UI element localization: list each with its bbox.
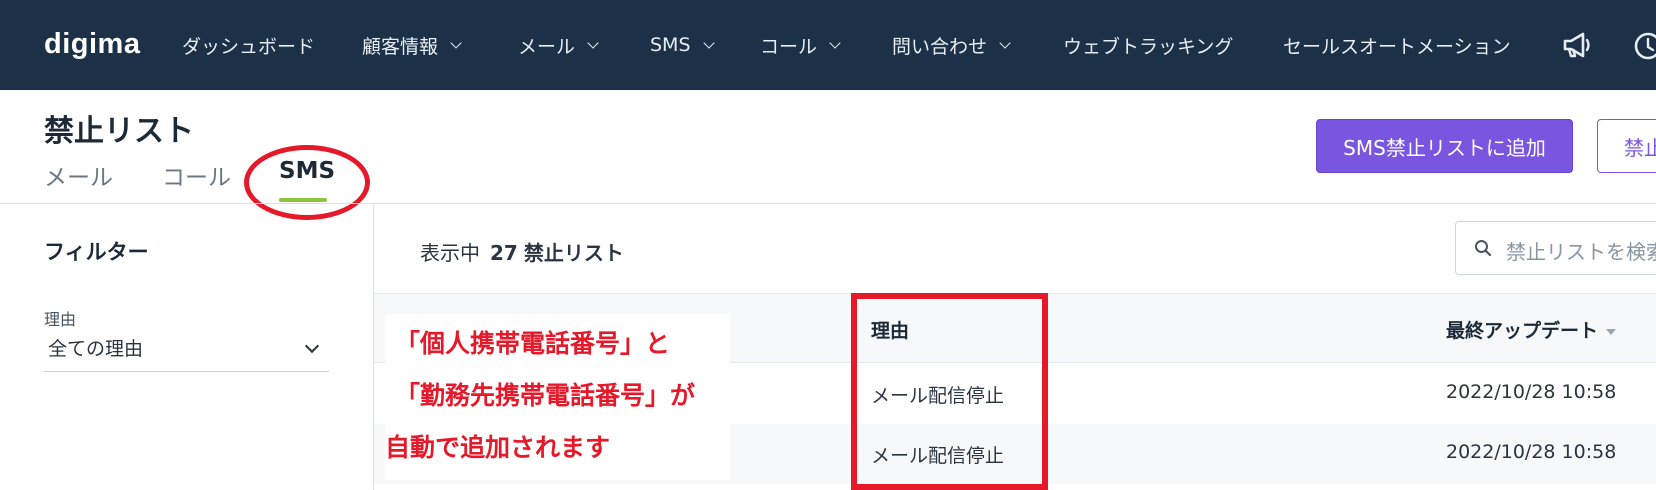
nav-item-mail[interactable]: メール xyxy=(518,0,599,90)
annotation-line: 自動で追加されます xyxy=(385,433,611,462)
nav-item-label: メール xyxy=(518,35,576,58)
chevron-down-icon xyxy=(999,36,1011,49)
filter-title: フィルター xyxy=(44,240,149,264)
column-header-label: 最終アップデート xyxy=(1446,320,1599,342)
clock-icon[interactable] xyxy=(1630,28,1656,62)
secondary-block-list-button[interactable]: 禁止 xyxy=(1597,119,1656,173)
result-count: 表示中 27 禁止リスト xyxy=(420,237,624,266)
reason-filter-select[interactable]: 全ての理由 xyxy=(44,334,329,372)
chevron-down-icon xyxy=(702,36,715,49)
nav-item-label: セールスオートメーション xyxy=(1283,35,1511,58)
highlight-rectangle-annotation xyxy=(851,293,1048,490)
nav-item-customers[interactable]: 顧客情報 xyxy=(362,0,462,90)
column-header-last-updated[interactable]: 最終アップデート xyxy=(1446,316,1617,343)
add-sms-block-list-button[interactable]: SMS禁止リストに追加 xyxy=(1316,119,1573,173)
search-input[interactable]: 禁止リストを検索 xyxy=(1455,221,1656,275)
tab-mail[interactable]: メール xyxy=(44,158,113,192)
nav-item-label: 顧客情報 xyxy=(362,35,439,58)
highlight-ellipse-annotation xyxy=(244,145,370,220)
header-divider xyxy=(0,203,1656,204)
page-title: 禁止リスト xyxy=(44,114,194,149)
tab-call[interactable]: コール xyxy=(162,158,231,192)
nav-item-dashboard[interactable]: ダッシュボード xyxy=(182,0,315,90)
top-navigation-bar: digima ダッシュボード 顧客情報 メール SMS コール 問い合わせ ウェ… xyxy=(0,0,1656,90)
chevron-down-icon xyxy=(587,36,599,49)
search-icon xyxy=(1475,240,1492,257)
search-placeholder: 禁止リストを検索 xyxy=(1506,240,1656,264)
megaphone-icon[interactable] xyxy=(1560,28,1594,62)
nav-item-web-tracking[interactable]: ウェブトラッキング xyxy=(1063,0,1233,90)
nav-item-label: ウェブトラッキング xyxy=(1063,35,1234,58)
showing-prefix: 表示中 xyxy=(420,241,480,265)
digima-logo[interactable]: digima xyxy=(44,25,140,63)
annotation-line: 「個人携帯電話番号」と xyxy=(395,329,671,358)
reason-filter-value: 全ての理由 xyxy=(48,338,144,360)
sort-caret-icon[interactable] xyxy=(1606,328,1617,335)
row-updated: 2022/10/28 10:58 xyxy=(1446,441,1617,463)
annotation-line: 「勤務先携帯電話番号」が xyxy=(395,381,696,410)
nav-item-label: ダッシュボード xyxy=(182,35,316,58)
nav-item-sales-automation[interactable]: セールスオートメーション xyxy=(1283,0,1511,90)
chevron-down-icon xyxy=(829,36,841,49)
nav-item-inquiries[interactable]: 問い合わせ xyxy=(892,0,1011,90)
nav-item-label: 問い合わせ xyxy=(892,35,988,58)
reason-filter-label: 理由 xyxy=(44,310,77,329)
nav-item-sms[interactable]: SMS xyxy=(650,0,715,90)
logo-text: digima xyxy=(44,28,141,60)
result-count-unit: 禁止リスト xyxy=(523,241,624,265)
nav-item-call[interactable]: コール xyxy=(760,0,841,90)
row-updated: 2022/10/28 10:58 xyxy=(1446,381,1617,403)
chevron-down-icon xyxy=(450,36,462,49)
chevron-down-icon xyxy=(304,338,320,354)
nav-item-label: SMS xyxy=(650,34,691,56)
result-count-number: 27 xyxy=(490,241,518,265)
annotation-callout: 「個人携帯電話番号」と 「勤務先携帯電話番号」が 自動で追加されます xyxy=(385,314,730,480)
nav-item-label: コール xyxy=(760,35,818,58)
